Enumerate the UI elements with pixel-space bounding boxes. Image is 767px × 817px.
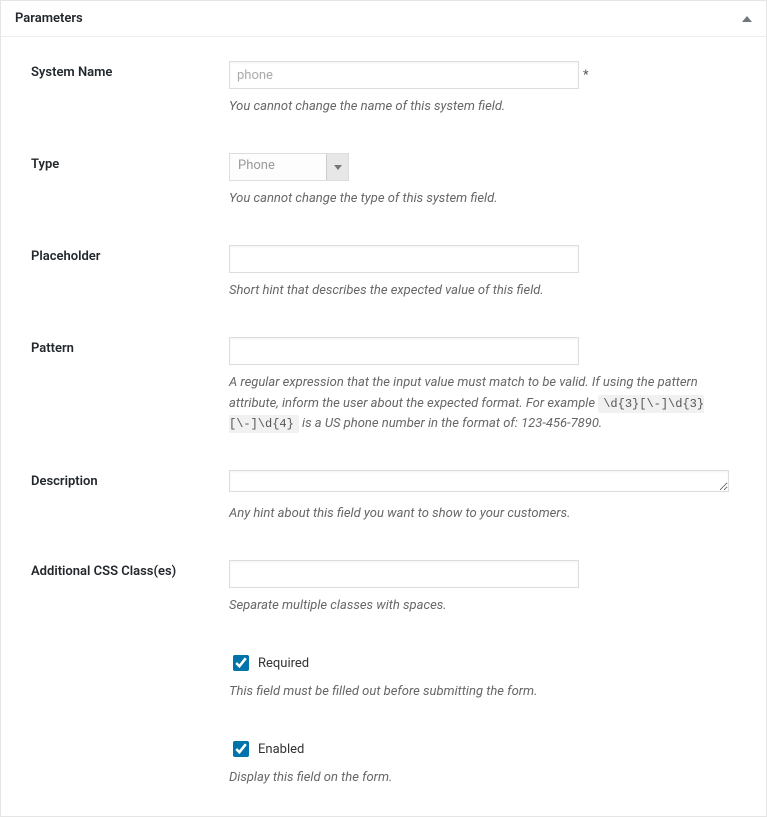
row-enabled: Enabled Display this field on the form. xyxy=(31,738,736,788)
pattern-label: Pattern xyxy=(31,337,229,356)
row-placeholder: Placeholder Short hint that describes th… xyxy=(31,245,736,301)
chevron-down-icon xyxy=(326,154,348,180)
enabled-help: Display this field on the form. xyxy=(229,768,736,788)
system-name-input xyxy=(229,61,579,89)
required-checkbox[interactable] xyxy=(233,655,249,671)
placeholder-label: Placeholder xyxy=(31,245,229,264)
type-select-value: Phone xyxy=(230,154,326,180)
enabled-checkbox[interactable] xyxy=(233,741,249,757)
enabled-label: Enabled xyxy=(258,742,304,757)
enabled-checkbox-line[interactable]: Enabled xyxy=(229,738,736,760)
css-classes-label: Additional CSS Class(es) xyxy=(31,560,229,579)
required-asterisk: * xyxy=(583,68,589,83)
description-help: Any hint about this field you want to sh… xyxy=(229,504,736,524)
placeholder-help: Short hint that describes the expected v… xyxy=(229,281,736,301)
row-css-classes: Additional CSS Class(es) Separate multip… xyxy=(31,560,736,616)
pattern-help: A regular expression that the input valu… xyxy=(229,373,736,433)
type-help: You cannot change the type of this syste… xyxy=(229,189,736,209)
row-description: Description Any hint about this field yo… xyxy=(31,470,736,524)
row-required: Required This field must be filled out b… xyxy=(31,652,736,702)
panel-header[interactable]: Parameters xyxy=(1,1,766,37)
css-classes-input[interactable] xyxy=(229,560,579,588)
css-classes-help: Separate multiple classes with spaces. xyxy=(229,596,736,616)
description-textarea[interactable] xyxy=(229,470,729,492)
panel-title: Parameters xyxy=(15,11,83,26)
row-system-name: System Name * You cannot change the name… xyxy=(31,61,736,117)
system-name-help: You cannot change the name of this syste… xyxy=(229,97,736,117)
type-label: Type xyxy=(31,153,229,172)
collapse-icon xyxy=(742,16,752,22)
required-label: Required xyxy=(258,656,309,671)
required-checkbox-line[interactable]: Required xyxy=(229,652,736,674)
type-select: Phone xyxy=(229,153,349,181)
description-label: Description xyxy=(31,470,229,489)
pattern-help-post: is a US phone number in the format of: 1… xyxy=(299,416,602,431)
system-name-label: System Name xyxy=(31,61,229,80)
row-type: Type Phone You cannot change the type of… xyxy=(31,153,736,209)
panel-body: System Name * You cannot change the name… xyxy=(1,37,766,816)
row-pattern: Pattern A regular expression that the in… xyxy=(31,337,736,433)
pattern-input[interactable] xyxy=(229,337,579,365)
placeholder-input[interactable] xyxy=(229,245,579,273)
required-help: This field must be filled out before sub… xyxy=(229,682,736,702)
parameters-panel: Parameters System Name * You cannot chan… xyxy=(0,0,767,817)
